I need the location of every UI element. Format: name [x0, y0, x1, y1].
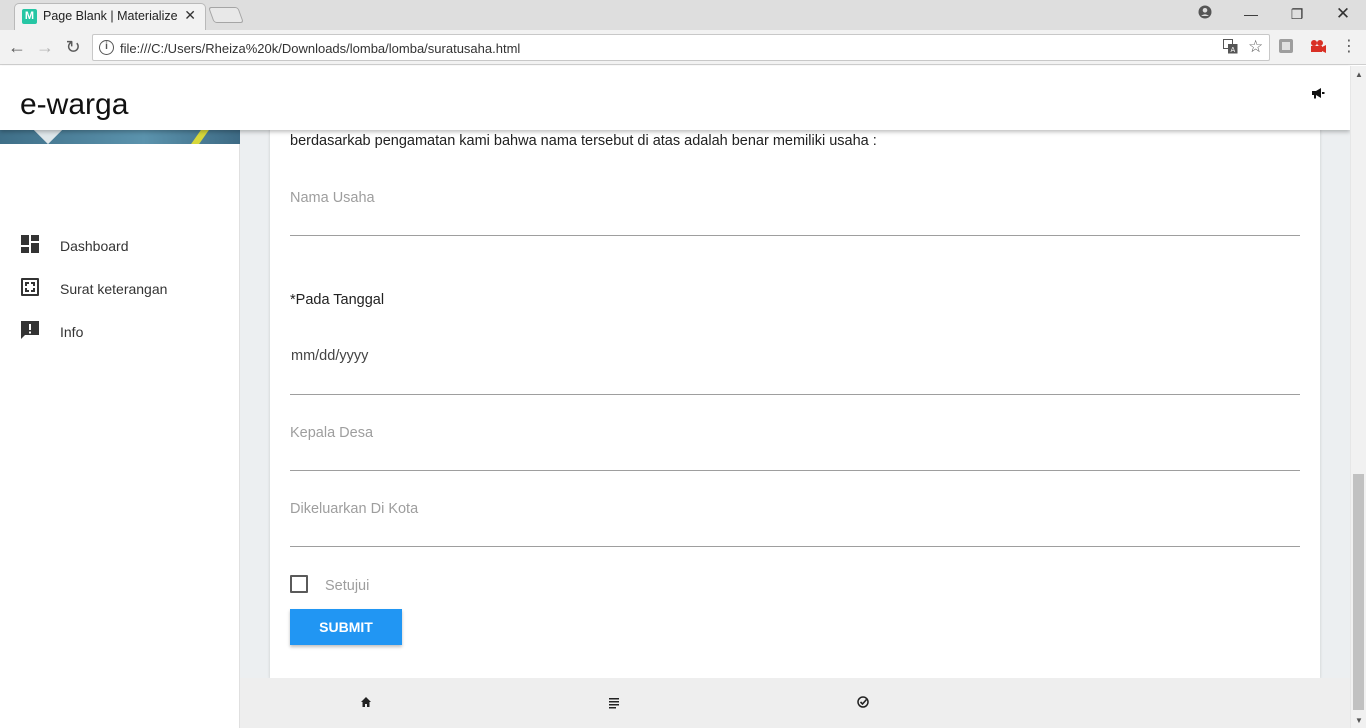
- sidebar-item-dashboard[interactable]: Dashboard: [0, 224, 240, 267]
- menu-kebab-icon[interactable]: ⋮: [1338, 36, 1360, 58]
- sidebar-item-label: Info: [60, 324, 84, 340]
- brand-logo[interactable]: e-warga: [20, 88, 128, 122]
- bookmark-star-icon[interactable]: ☆: [1248, 37, 1263, 57]
- aspect-ratio-icon: [20, 277, 40, 297]
- kota-input[interactable]: Dikeluarkan Di Kota: [290, 491, 1300, 547]
- nama-usaha-placeholder: Nama Usaha: [290, 190, 375, 206]
- url-text[interactable]: file:///C:/Users/Rheiza%20k/Downloads/lo…: [120, 41, 520, 56]
- check-circle-icon[interactable]: [853, 692, 873, 712]
- sidebar-item-info[interactable]: Info: [0, 310, 240, 353]
- kepala-desa-placeholder: Kepala Desa: [290, 425, 374, 441]
- page-scrollbar[interactable]: ▲ ▼: [1350, 66, 1366, 728]
- main-content: berdasarkab pengamatan kami bahwa nama t…: [240, 120, 1350, 678]
- kepala-desa-input[interactable]: Kepala Desa: [290, 415, 1300, 471]
- list-icon[interactable]: [604, 692, 624, 712]
- sidebar-item-label: Dashboard: [60, 238, 129, 254]
- announcement-icon: [20, 320, 40, 340]
- browser-tab[interactable]: M Page Blank | Materialize - ✕: [14, 3, 206, 30]
- sidebar-banner-image: [0, 130, 240, 144]
- extension-icon[interactable]: [1278, 38, 1294, 54]
- setujui-label[interactable]: Setujui: [325, 578, 369, 594]
- tab-title: Page Blank | Materialize -: [43, 9, 181, 23]
- scroll-down-icon[interactable]: ▼: [1355, 716, 1363, 725]
- camera-extension-icon[interactable]: [1309, 38, 1326, 54]
- sidebar-item-label: Surat keterangan: [60, 281, 168, 297]
- date-value: mm/dd/yyyy: [291, 348, 369, 364]
- setujui-checkbox[interactable]: [290, 575, 308, 593]
- materialize-favicon-icon: M: [22, 9, 37, 24]
- form-card: berdasarkab pengamatan kami bahwa nama t…: [270, 120, 1320, 678]
- bottom-navigation: [240, 678, 1350, 728]
- svg-text:A: A: [1230, 47, 1235, 54]
- browser-toolbar: ← → ↻ i file:///C:/Users/Rheiza%20k/Down…: [0, 30, 1366, 65]
- tab-close-icon[interactable]: ✕: [184, 7, 196, 24]
- scrollbar-thumb[interactable]: [1353, 474, 1364, 710]
- forward-icon[interactable]: →: [34, 36, 56, 58]
- date-input[interactable]: mm/dd/yyyy: [290, 340, 1300, 395]
- reload-icon[interactable]: ↻: [62, 36, 84, 58]
- kota-placeholder: Dikeluarkan Di Kota: [290, 501, 419, 517]
- app-header: e-warga: [0, 66, 1350, 130]
- new-tab-button[interactable]: [208, 7, 244, 23]
- sidebar: Dashboard Surat keterangan Info: [0, 130, 240, 728]
- window-close-icon[interactable]: ✕: [1333, 5, 1353, 23]
- sidebar-item-surat-keterangan[interactable]: Surat keterangan: [0, 267, 240, 310]
- scroll-up-icon[interactable]: ▲: [1355, 70, 1363, 79]
- dashboard-icon: [20, 234, 40, 254]
- back-icon[interactable]: ←: [6, 36, 28, 58]
- date-label: *Pada Tanggal: [290, 292, 385, 308]
- restore-icon[interactable]: ❐: [1287, 5, 1307, 23]
- page: e-warga Dashboard Surat keterangan Info …: [0, 66, 1366, 728]
- minimize-icon[interactable]: —: [1241, 5, 1261, 23]
- browser-tabstrip: M Page Blank | Materialize - ✕ — ❐ ✕: [0, 0, 1366, 30]
- site-info-icon[interactable]: i: [99, 40, 114, 55]
- megaphone-icon[interactable]: [1311, 86, 1325, 102]
- translate-icon[interactable]: A: [1223, 39, 1238, 58]
- address-bar[interactable]: i file:///C:/Users/Rheiza%20k/Downloads/…: [92, 34, 1270, 61]
- profile-icon[interactable]: [1195, 5, 1215, 23]
- home-icon[interactable]: [356, 692, 376, 712]
- nama-usaha-input[interactable]: Nama Usaha: [290, 180, 1300, 236]
- submit-button[interactable]: SUBMIT: [290, 609, 402, 645]
- intro-text: berdasarkab pengamatan kami bahwa nama t…: [290, 133, 877, 149]
